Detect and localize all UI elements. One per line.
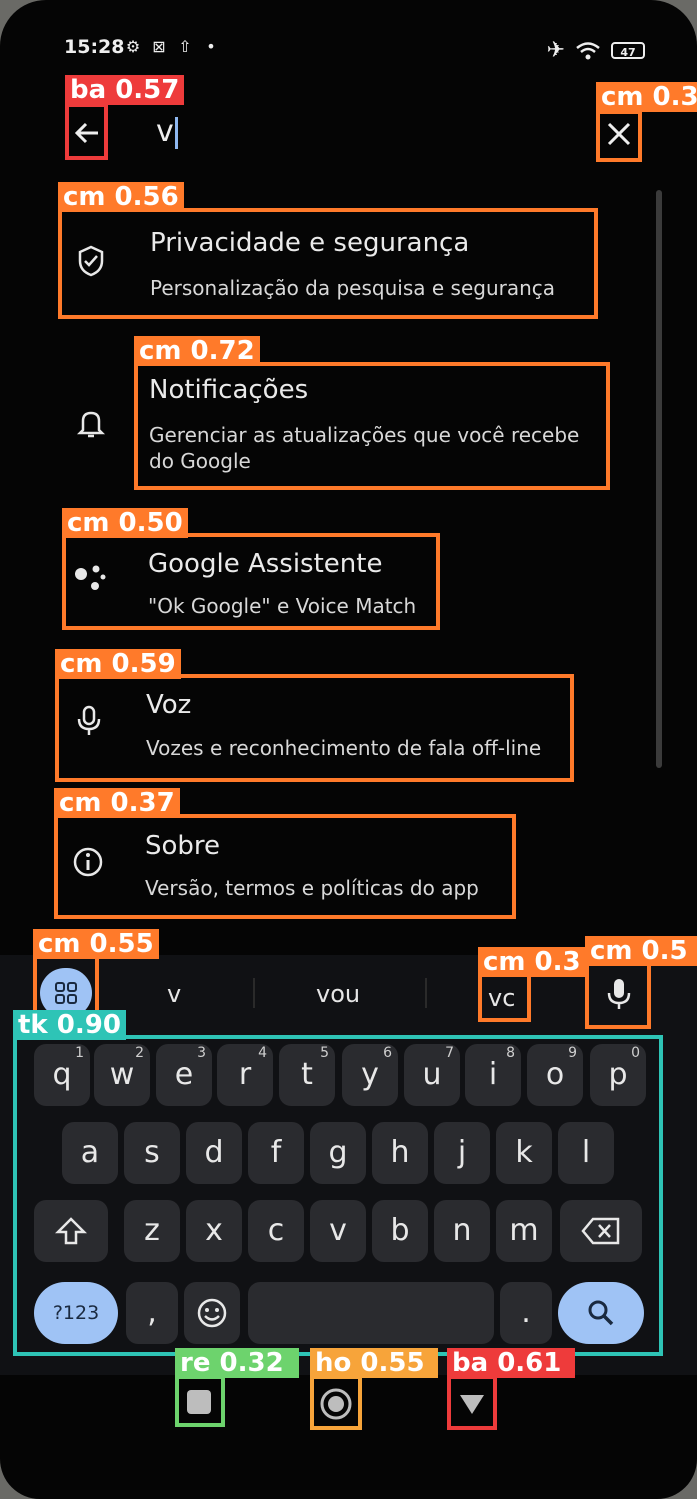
system-icons: ✈ 47 [547, 38, 645, 63]
scrollbar[interactable] [656, 190, 662, 768]
detection-label: cm 0.72 [134, 336, 260, 366]
detection-label: ba 0.61 [447, 1348, 575, 1378]
wifi-icon [576, 41, 600, 59]
detection-box [55, 674, 574, 782]
airplane-icon: ✈ [546, 38, 565, 63]
suggestion-v[interactable]: v [167, 980, 181, 1008]
text-cursor [174, 116, 178, 149]
settings-icon: ⚙ [125, 37, 141, 56]
detection-label: cm 0.37 [54, 788, 180, 818]
detection-box [447, 1375, 497, 1430]
detection-label: cm 0.3 [478, 947, 586, 977]
detection-box [62, 533, 440, 630]
upload-icon: ⇧ [178, 37, 192, 56]
detection-box [134, 362, 610, 490]
detection-box [65, 103, 108, 160]
detection-label: cm 0.50 [62, 508, 188, 538]
search-query: v [156, 114, 174, 149]
bell-icon [76, 411, 106, 438]
detection-box [13, 1035, 663, 1356]
suggestion-divider [425, 978, 427, 1008]
status-time: 15:28 [64, 36, 125, 58]
detection-box [585, 962, 651, 1029]
detection-box [175, 1375, 225, 1427]
detection-box [58, 208, 598, 319]
app-notification-icon: ⊠ [152, 37, 166, 56]
detection-label: cm 0.59 [55, 649, 181, 679]
battery-icon: 47 [611, 42, 645, 59]
detection-label: cm 0.5 [585, 936, 697, 966]
suggestion-vou[interactable]: vou [316, 980, 360, 1008]
detection-label: cm 0.56 [58, 182, 184, 212]
detection-box [54, 814, 516, 919]
dot-icon: • [206, 37, 216, 56]
detection-label: cm 0.3 [596, 82, 697, 112]
detection-label: ho 0.55 [310, 1348, 438, 1378]
detection-label: ba 0.57 [65, 75, 185, 105]
status-notification-icons: ⚙ ⊠ ⇧ • [124, 38, 220, 56]
detection-label: tk 0.90 [13, 1010, 126, 1040]
detection-label: cm 0.55 [33, 929, 159, 959]
detection-box [596, 110, 642, 162]
detection-box [478, 973, 531, 1022]
search-input[interactable]: v [156, 114, 178, 149]
phone-screen: 15:28 ⚙ ⊠ ⇧ • ✈ 47 v Privacidade e segur… [0, 0, 697, 1499]
detection-box [310, 1375, 362, 1430]
detection-label: re 0.32 [175, 1348, 299, 1378]
suggestion-divider [253, 978, 255, 1008]
